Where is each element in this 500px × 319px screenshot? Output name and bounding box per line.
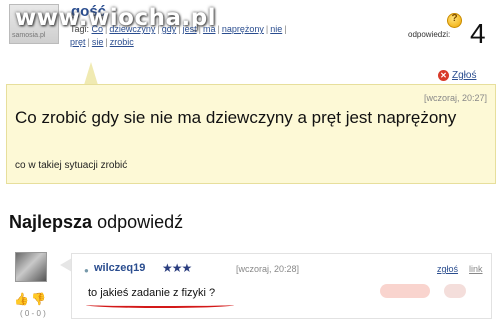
answer-box: ● wilczeq19 ★★★ [wczoraj, 20:28] zgłoś l… [71,253,492,319]
answer-timestamp: [wczoraj, 20:28] [236,264,300,274]
question-title: Co zrobić gdy sie nie ma dziewczyny a pr… [15,108,457,127]
tag-link[interactable]: Co [92,24,104,34]
tag-link[interactable]: nie [270,24,282,34]
avatar-label: samosia.pl [12,32,46,39]
tag-link[interactable]: gdy [162,24,177,34]
question-timestamp: [wczoraj, 20:27] [423,93,487,103]
tag-link[interactable]: jest [183,24,197,34]
tag-link[interactable]: naprężony [222,24,264,34]
thumbs-up-icon[interactable]: 👍 [14,292,29,306]
thumbs-down-icon[interactable]: 👎 [31,292,46,306]
bubble-pointer [84,62,98,85]
tags-label: Tagi: [70,24,90,34]
report-answer-link[interactable]: zgłoś [437,264,458,274]
best-answer-heading-rest: odpowiedź [97,212,184,232]
best-answer-heading-bold: Najlepsza [9,212,93,232]
answer-author[interactable]: wilczeq19 [94,262,145,274]
answerer-avatar[interactable] [15,252,47,282]
tag-link[interactable]: sie [92,37,104,47]
blurred-element [444,284,466,298]
answers-count: 4 [470,18,486,49]
question-box: [wczoraj, 20:27] Co zrobić gdy sie nie m… [6,84,496,184]
tag-list: Tagi: Co | dziewczyny | gdy | jest | ma | naprężon… [70,24,287,47]
report-question-link[interactable]: Zgłoś [452,70,476,81]
best-answer-heading: Najlepsza odpowiedź [9,212,183,233]
tag-link[interactable]: dziewczyny [109,24,155,34]
question-body: co w takiej sytuacji zrobić [15,160,128,171]
tag-link[interactable]: pręt [70,37,86,47]
answer-text: to jakieś zadanie z fizyki ? [88,287,216,299]
vote-count: ( 0 - 0 ) [20,309,46,318]
answer-permalink[interactable]: link [469,264,483,274]
answers-count-icon: ? [447,13,462,28]
user-status-dot-icon: ● [84,266,89,275]
blurred-element [380,284,430,298]
answers-label: odpowiedzi: [408,30,451,39]
report-icon[interactable]: ✕ [438,70,449,81]
tag-link[interactable]: ma [203,24,216,34]
red-underline-annotation [86,302,234,308]
user-rank-stars-icon: ★★★ [162,261,192,275]
tag-link[interactable]: zrobic [110,37,134,47]
